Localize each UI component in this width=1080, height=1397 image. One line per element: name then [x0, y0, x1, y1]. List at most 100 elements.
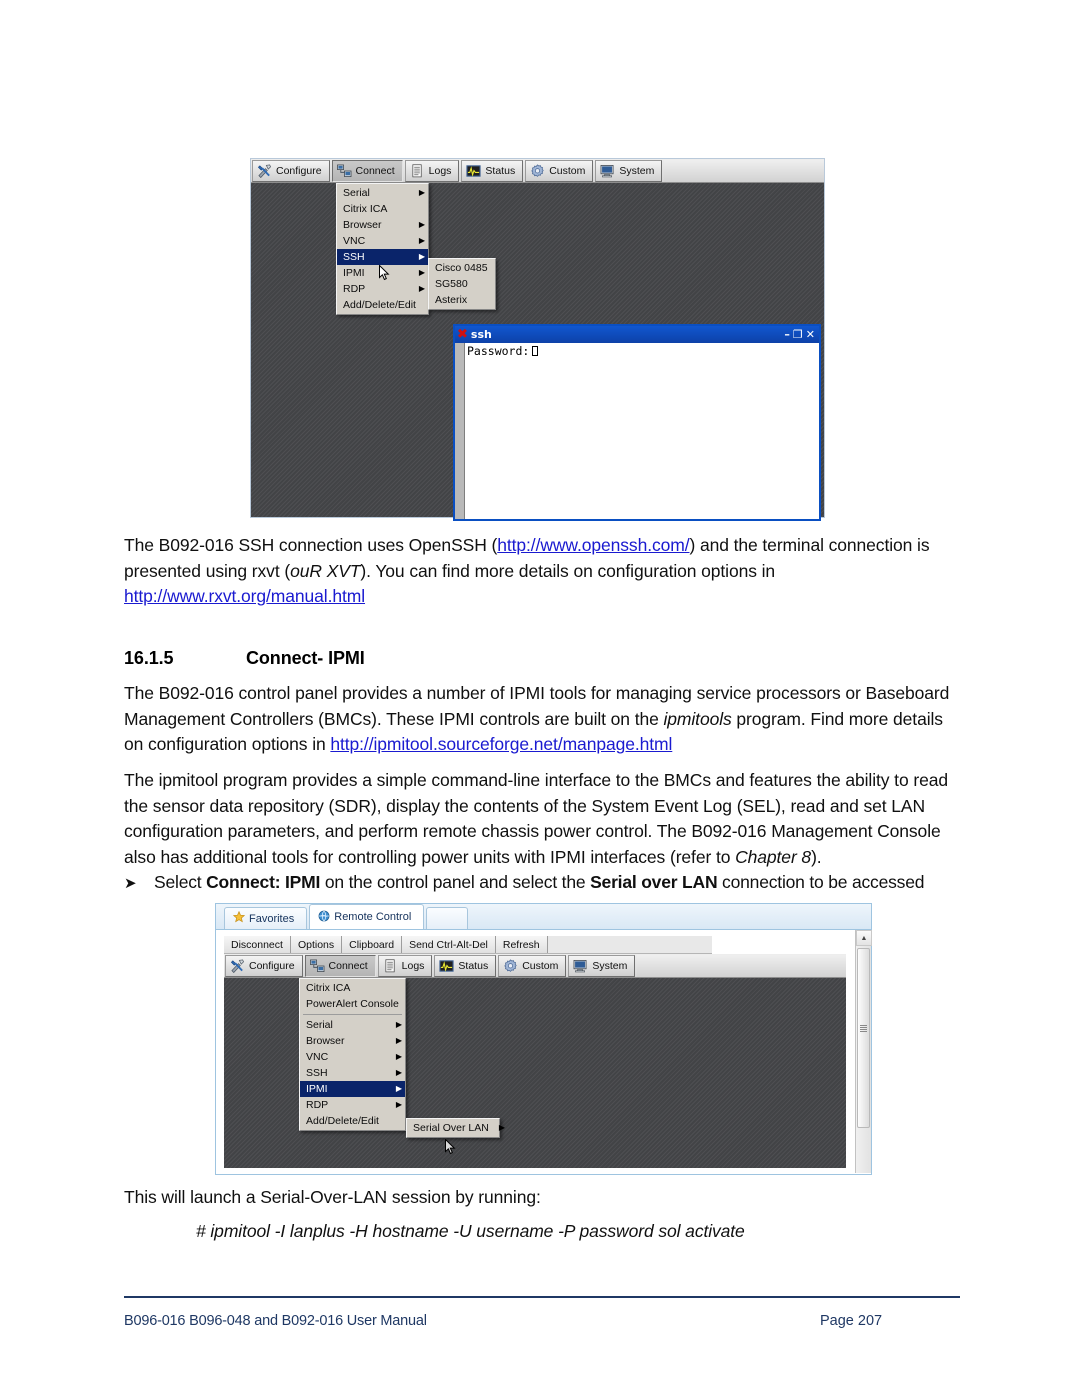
paragraph-launch-sol: This will launch a Serial-Over-LAN sessi… — [124, 1187, 541, 1207]
link-rxvt-manual[interactable]: http://www.rxvt.org/manual.html — [124, 586, 365, 606]
submenu-item-cisco-0485[interactable]: Cisco 0485 — [429, 260, 495, 276]
rc-button-options[interactable]: Options — [290, 936, 343, 953]
menu2-item-rdp[interactable]: RDP ▶ — [300, 1097, 405, 1113]
menu-item-ssh[interactable]: SSH ▶ — [337, 249, 428, 265]
menu2-item-citrix-ica[interactable]: Citrix ICA — [300, 980, 405, 996]
menu-item-browser[interactable]: Browser ▶ — [337, 217, 428, 233]
tab-new-blank[interactable] — [426, 907, 469, 929]
submenu-arrow-icon: ▶ — [395, 1052, 402, 1061]
link-ipmitool-manpage[interactable]: http://ipmitool.sourceforge.net/manpage.… — [330, 734, 672, 754]
rc-button-clipboard[interactable]: Clipboard — [342, 936, 403, 953]
scroll-up-arrow-icon[interactable]: ▲ — [856, 930, 872, 946]
toolbar-filler — [637, 955, 846, 977]
submenu-item-serial-over-lan[interactable]: Serial Over LAN ▶ — [407, 1120, 505, 1136]
menu2-item-poweralert-console[interactable]: PowerAlert Console — [300, 996, 405, 1012]
toolbar-button-logs[interactable]: Logs — [404, 160, 460, 182]
link-openssh[interactable]: http://www.openssh.com/ — [497, 535, 689, 555]
control-panel-toolbar-2: Configure Connect Logs Status Custom Sys… — [224, 954, 846, 978]
toolbar-label: Custom — [522, 960, 559, 972]
maximize-icon[interactable]: ❐ — [793, 329, 803, 340]
ipmi-submenu[interactable]: Serial Over LAN ▶ — [406, 1118, 505, 1138]
submenu-arrow-icon: ▶ — [418, 268, 425, 277]
menu-item-serial[interactable]: Serial ▶ — [337, 185, 428, 201]
menu2-item-ipmi[interactable]: IPMI ▶ — [300, 1081, 405, 1097]
close-icon[interactable]: ✕ — [806, 329, 815, 340]
menu2-item-vnc[interactable]: VNC ▶ — [300, 1049, 405, 1065]
menu-item-vnc[interactable]: VNC ▶ — [337, 233, 428, 249]
screenshot-remote-control: Favorites Remote Control Disconnect Opti… — [215, 903, 872, 1175]
toolbar-label: Status — [485, 165, 516, 177]
arrow-bullet-icon: ➤ — [124, 874, 137, 892]
toolbar2-button-connect[interactable]: Connect — [304, 955, 376, 977]
menu-item-citrix-ica[interactable]: Citrix ICA — [337, 201, 428, 217]
toolbar2-button-custom[interactable]: Custom — [498, 955, 567, 977]
rc-button-disconnect[interactable]: Disconnect — [224, 936, 291, 953]
scrollbar-thumb[interactable] — [857, 948, 870, 1128]
submenu-item-sg580[interactable]: SG580 — [429, 276, 495, 292]
toolbar-button-system[interactable]: System — [595, 160, 663, 182]
menu2-item-browser[interactable]: Browser ▶ — [300, 1033, 405, 1049]
text-cursor — [532, 346, 539, 356]
toolbar2-button-logs[interactable]: Logs — [377, 955, 433, 977]
toolbar2-button-configure[interactable]: Configure — [225, 955, 303, 977]
footer-divider — [124, 1296, 960, 1298]
mouse-cursor-icon — [379, 265, 390, 281]
toolbar-button-configure[interactable]: Configure — [252, 160, 330, 182]
toolbar-label: Custom — [549, 165, 586, 177]
menu2-item-add-delete-edit[interactable]: Add/Delete/Edit — [300, 1113, 405, 1129]
toolbar-label: Logs — [401, 960, 425, 972]
connect-dropdown-menu-2[interactable]: Citrix ICA PowerAlert Console Serial ▶ B… — [299, 978, 406, 1131]
connect-dropdown-menu[interactable]: Serial ▶ Citrix ICA Browser ▶ VNC ▶ SSH … — [336, 183, 429, 315]
bullet-select-connect-ipmi: ➤ Select Connect: IPMI on the control pan… — [124, 870, 964, 897]
tab-label: Favorites — [249, 912, 295, 925]
waveform-monitor-icon — [439, 959, 455, 973]
menu2-item-serial[interactable]: Serial ▶ — [300, 1017, 405, 1033]
minimize-icon[interactable]: – — [784, 329, 790, 340]
submenu-item-asterix[interactable]: Asterix — [429, 292, 495, 308]
menu-item-add-delete-edit[interactable]: Add/Delete/Edit — [337, 297, 428, 313]
monitor-icon — [600, 164, 615, 178]
submenu-arrow-icon: ▶ — [395, 1100, 402, 1109]
remote-control-content: Disconnect Options Clipboard Send Ctrl-A… — [216, 930, 872, 1173]
toolbar-label: Status — [458, 960, 489, 972]
star-icon — [232, 910, 246, 926]
toolbar-label: Configure — [276, 165, 322, 177]
rc-button-send-ctrl-alt-del[interactable]: Send Ctrl-Alt-Del — [402, 936, 496, 953]
ssh-window-titlebar[interactable]: ✖ ssh – ❐ ✕ — [455, 326, 819, 343]
scrollbar-grip-icon — [860, 1025, 867, 1032]
heading-number: 16.1.5 — [124, 648, 174, 668]
menu2-item-ssh[interactable]: SSH ▶ — [300, 1065, 405, 1081]
menu-item-rdp[interactable]: RDP ▶ — [337, 281, 428, 297]
tab-favorites[interactable]: Favorites — [224, 907, 308, 929]
submenu-arrow-icon: ▶ — [498, 1123, 506, 1132]
page-scrollbar[interactable]: ▲ — [855, 930, 872, 1173]
toolbar2-button-system[interactable]: System — [568, 955, 636, 977]
toolbar-filler — [664, 160, 824, 182]
heading-title: Connect- IPMI — [246, 648, 365, 668]
control-panel-toolbar: Configure Connect Logs Status Custom Sys… — [251, 159, 824, 183]
monitor-icon — [573, 959, 588, 973]
browser-tab-bar: Favorites Remote Control — [216, 904, 871, 930]
mouse-cursor-icon-2 — [445, 1139, 456, 1155]
toolbar2-button-status[interactable]: Status — [434, 955, 497, 977]
ssh-terminal-window: ✖ ssh – ❐ ✕ Password: — [453, 324, 821, 521]
screwdriver-wrench-icon — [257, 164, 272, 179]
terminal-scrollbar[interactable] — [455, 343, 465, 519]
document-page: Configure Connect Logs Status Custom Sys… — [0, 0, 1080, 1397]
footer-page-number: Page 207 — [820, 1313, 883, 1329]
toolbar-button-status[interactable]: Status — [461, 160, 524, 182]
submenu-arrow-icon: ▶ — [395, 1036, 402, 1045]
toolbar-button-custom[interactable]: Custom — [525, 160, 594, 182]
ssh-submenu[interactable]: Cisco 0485 SG580 Asterix — [428, 258, 496, 310]
toolbar-label: Connect — [355, 165, 395, 177]
toolbar-label: Configure — [249, 960, 295, 972]
document-lines-icon — [410, 164, 425, 178]
network-computers-icon — [336, 164, 352, 178]
tab-remote-control[interactable]: Remote Control — [309, 904, 425, 929]
terminal-output[interactable]: Password: — [465, 343, 819, 519]
section-heading: 16.1.5 Connect- IPMI — [124, 648, 365, 669]
toolbar-button-connect[interactable]: Connect — [331, 160, 403, 182]
footer-manual-name: B096-016 B096-048 and B092-016 User Manu… — [124, 1313, 427, 1329]
globe-icon — [318, 910, 330, 925]
rc-button-refresh[interactable]: Refresh — [495, 936, 548, 953]
